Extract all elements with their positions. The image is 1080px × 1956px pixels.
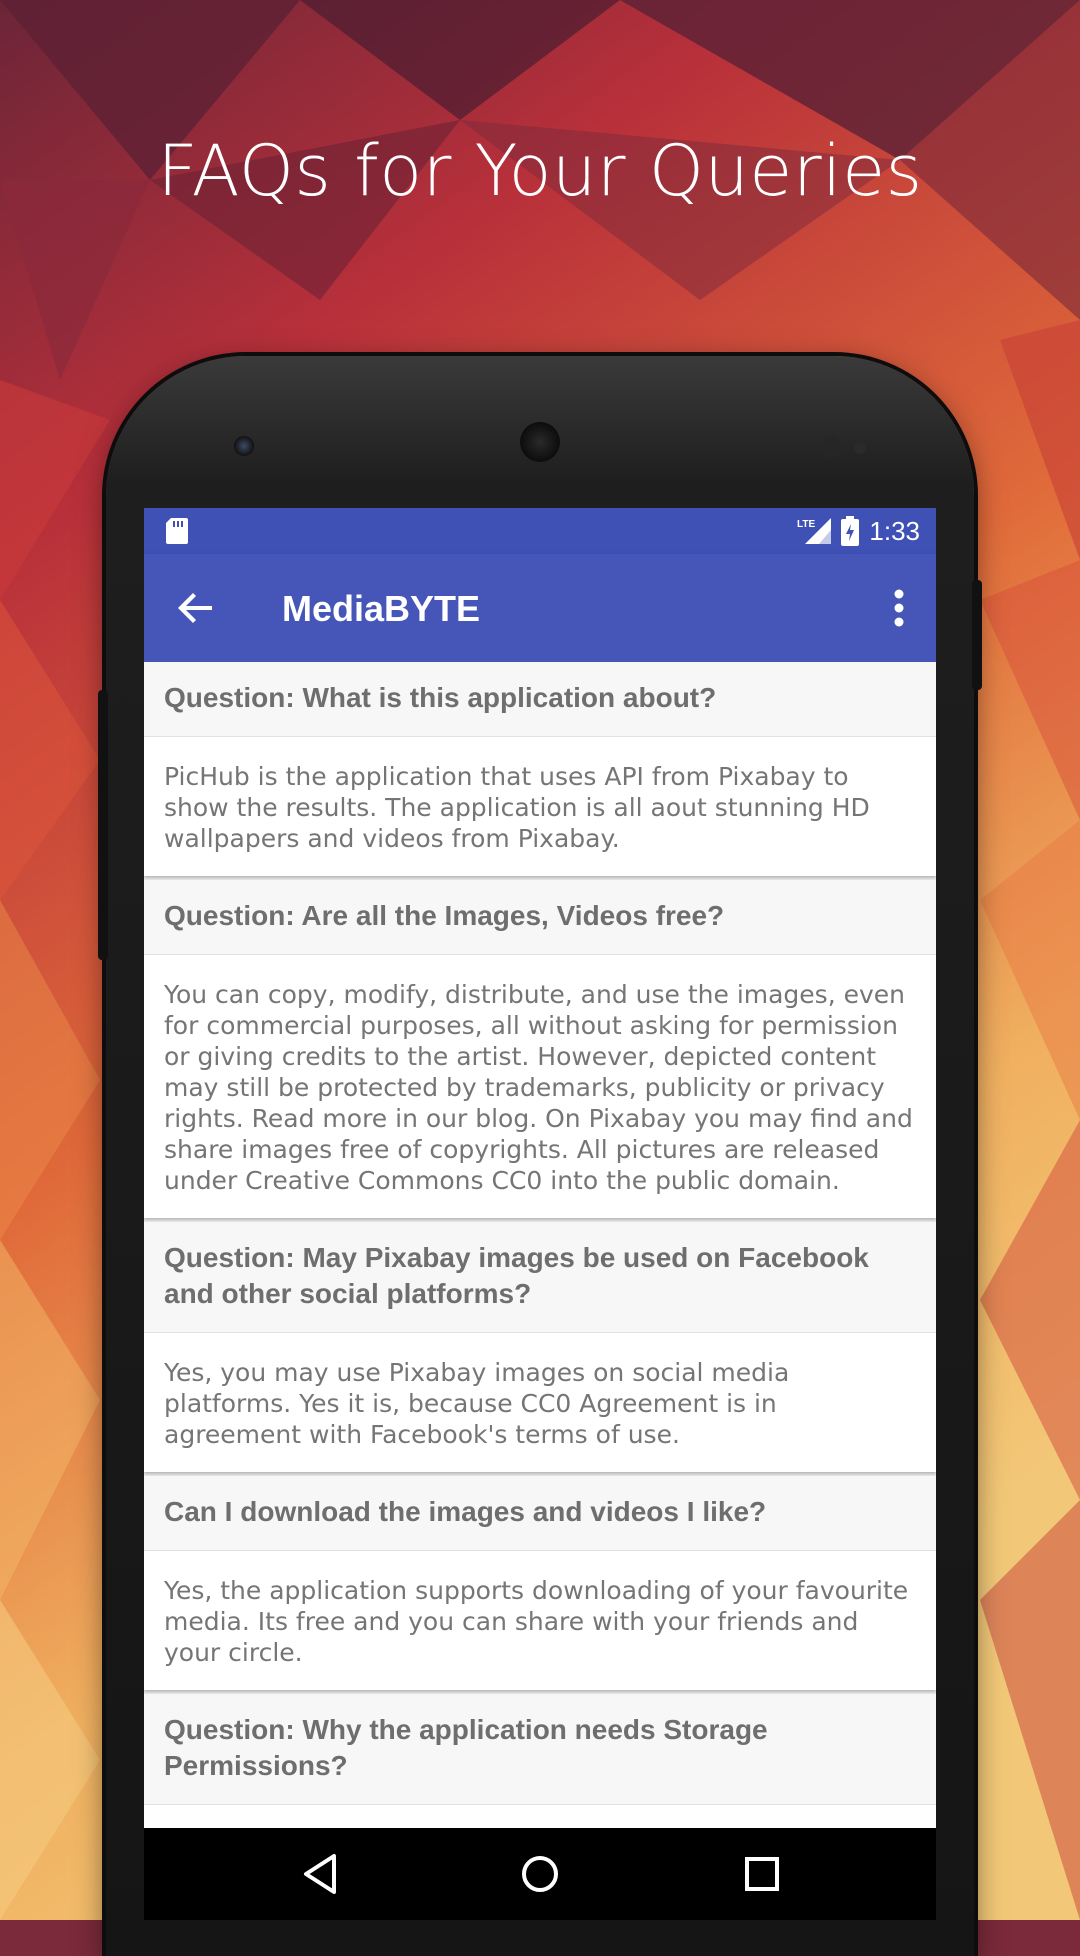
status-time: 1:33 bbox=[869, 515, 920, 546]
sd-card-icon bbox=[166, 518, 188, 544]
phone-power-button bbox=[972, 580, 982, 690]
faq-card: Question: May Pixabay images be used on … bbox=[144, 1222, 936, 1472]
light-sensor-icon bbox=[854, 442, 866, 454]
faq-question: Can I download the images and videos I l… bbox=[144, 1476, 936, 1551]
faq-answer: Yes, the application supports downloadin… bbox=[164, 1576, 909, 1667]
faq-list[interactable]: Question: What is this application about… bbox=[144, 662, 936, 1834]
faq-card: Question: What is this application about… bbox=[144, 662, 936, 876]
nav-home-icon[interactable] bbox=[514, 1848, 566, 1900]
app-toolbar: MediaBYTE bbox=[144, 554, 936, 662]
battery-icon bbox=[841, 516, 860, 546]
earpiece-speaker-icon bbox=[520, 422, 560, 462]
faq-answer: You can copy, modify, distribute, and us… bbox=[164, 980, 913, 1195]
svg-text:LTE: LTE bbox=[797, 519, 815, 530]
proximity-sensor-icon bbox=[820, 436, 842, 458]
nav-recents-icon[interactable] bbox=[736, 1848, 788, 1900]
faq-question: Question: Are all the Images, Videos fre… bbox=[144, 880, 936, 955]
back-arrow-icon[interactable] bbox=[172, 584, 220, 632]
faq-question: Question: May Pixabay images be used on … bbox=[144, 1222, 936, 1333]
faq-card: Can I download the images and videos I l… bbox=[144, 1476, 936, 1690]
faq-answer: Yes, you may use Pixabay images on socia… bbox=[164, 1358, 790, 1449]
phone-volume-button bbox=[98, 690, 108, 960]
faq-question: Question: What is this application about… bbox=[144, 662, 936, 737]
faq-card: Question: Why the application needs Stor… bbox=[144, 1694, 936, 1834]
faq-answer: PicHub is the application that uses API … bbox=[164, 762, 870, 853]
app-title: MediaBYTE bbox=[282, 588, 481, 629]
status-bar: LTE 1:33 bbox=[144, 508, 936, 554]
faq-card: Question: Are all the Images, Videos fre… bbox=[144, 880, 936, 1218]
status-icons: LTE 1:33 bbox=[797, 508, 920, 554]
lte-signal-icon: LTE bbox=[797, 518, 832, 544]
promo-headline: FAQs for Your Queries bbox=[157, 130, 923, 212]
front-camera-icon bbox=[234, 436, 254, 456]
faq-question: Question: Why the application needs Stor… bbox=[144, 1694, 936, 1805]
nav-back-icon[interactable] bbox=[296, 1848, 348, 1900]
more-vert-icon[interactable] bbox=[884, 584, 914, 632]
system-nav-bar bbox=[144, 1828, 936, 1920]
phone-screen: LTE 1:33 MediaBYTE Question: What is thi… bbox=[144, 508, 936, 1920]
